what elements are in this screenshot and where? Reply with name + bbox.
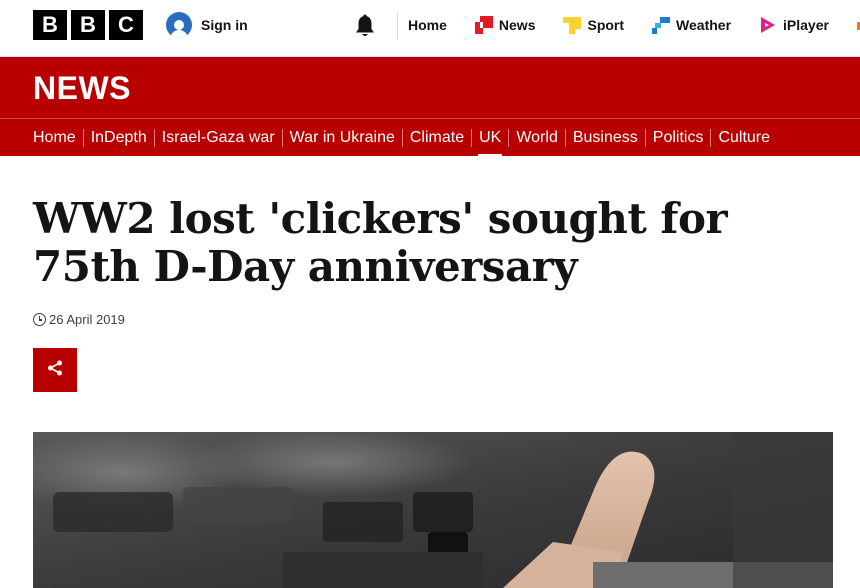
section-list: Home InDepth Israel-Gaza war War in Ukra… (33, 119, 777, 157)
bbc-logo[interactable]: B B C (33, 10, 143, 40)
account-icon (166, 12, 192, 38)
bbc-logo-block: B (71, 10, 105, 40)
share-icon (47, 360, 63, 381)
topnav-label: Weather (676, 17, 732, 33)
section-item-uk[interactable]: UK (471, 129, 508, 157)
sign-in-label: Sign in (201, 17, 248, 33)
topnav-sport[interactable]: Sport (563, 16, 624, 34)
iplayer-icon (759, 16, 777, 34)
bell-icon[interactable] (354, 14, 376, 38)
section-item-war-in-ukraine[interactable]: War in Ukraine (281, 129, 402, 147)
section-item-israel-gaza-war[interactable]: Israel-Gaza war (153, 129, 282, 147)
section-item-politics[interactable]: Politics (644, 129, 711, 147)
bbc-logo-block: C (109, 10, 143, 40)
bbc-logo-block: B (33, 10, 67, 40)
topnav-news[interactable]: News (474, 16, 536, 34)
section-item-world[interactable]: World (508, 129, 565, 147)
section-item-culture[interactable]: Culture (710, 129, 777, 147)
topnav-label: Home (408, 17, 447, 33)
weather-icon (652, 16, 671, 34)
hero-photo (33, 432, 833, 588)
topnav-home[interactable]: Home (408, 17, 447, 33)
topnav-label: iPlayer (783, 17, 829, 33)
topnav-weather[interactable]: Weather (652, 16, 731, 34)
section-item-home[interactable]: Home (33, 129, 83, 147)
article-headline: WW2 lost 'clickers' sought for 75th D-Da… (33, 194, 728, 291)
article-date: 26 April 2019 (33, 312, 125, 327)
news-banner: NEWS (0, 57, 860, 118)
sport-icon (563, 16, 582, 34)
clock-icon (33, 313, 46, 326)
section-item-indepth[interactable]: InDepth (82, 129, 154, 147)
share-button[interactable] (33, 348, 77, 392)
article-date-label: 26 April 2019 (49, 312, 125, 327)
topnav-label: News (498, 17, 536, 33)
section-item-climate[interactable]: Climate (401, 129, 471, 147)
top-bar: B B C Sign in Home News Sport Weather iP… (0, 0, 860, 57)
topnav-iplayer[interactable]: iPlayer (759, 16, 829, 34)
topnav-label: Sport (587, 17, 625, 33)
section-navigation: Home InDepth Israel-Gaza war War in Ukra… (0, 118, 860, 157)
top-navigation: Home News Sport Weather iPlayer (408, 0, 860, 50)
news-wordmark[interactable]: NEWS (33, 70, 131, 107)
sign-in-button[interactable]: Sign in (166, 12, 248, 38)
section-item-business[interactable]: Business (564, 129, 645, 147)
news-icon (474, 16, 493, 34)
hero-photo-art (33, 432, 833, 588)
top-divider (397, 12, 398, 40)
